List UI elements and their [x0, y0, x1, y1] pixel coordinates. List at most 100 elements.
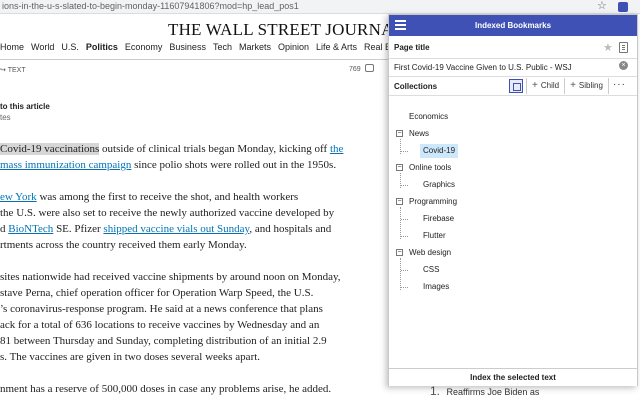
sidebar-peek-text[interactable]: Reaffirms Joe Biden as: [447, 387, 540, 397]
divider: [389, 95, 637, 96]
tree-connector: [401, 219, 408, 220]
article-line: 81 between Thursday and Sunday, completi…: [0, 334, 327, 348]
article-text: 81 between Thursday and Sunday, completi…: [0, 335, 327, 347]
nav-item[interactable]: U.S.: [61, 42, 79, 56]
bookmark-star-icon[interactable]: ☆: [597, 0, 607, 13]
article-text: rtments across the country received them…: [0, 239, 247, 251]
page-title-input[interactable]: [394, 60, 614, 74]
collapse-toggle-icon[interactable]: −: [396, 130, 403, 137]
share-icon: ↪: [0, 67, 6, 74]
article-text: , and hospitals and: [249, 223, 332, 235]
tree-connector: [401, 185, 408, 186]
tree-connector: [400, 258, 401, 290]
share-article-sub: tes: [0, 113, 11, 122]
popup-title: Indexed Bookmarks: [474, 21, 552, 30]
menu-icon[interactable]: [395, 20, 406, 30]
nav-item[interactable]: Politics: [86, 42, 118, 56]
article-text: since polio shots were rolled out in the…: [131, 159, 337, 171]
article-link[interactable]: mass immunization campaign: [0, 159, 131, 171]
more-options-button[interactable]: ···: [607, 78, 630, 94]
star-icon[interactable]: ★: [603, 41, 613, 54]
article-text: nment has a reserve of 500,000 doses in …: [0, 383, 332, 395]
plus-icon: +: [570, 80, 576, 91]
tree-node[interactable]: News: [409, 127, 429, 141]
comment-count[interactable]: 769: [349, 66, 361, 73]
share-article-label[interactable]: to this article: [0, 102, 50, 111]
tree-node[interactable]: Firebase: [423, 212, 454, 226]
article-link[interactable]: BioNTech: [8, 223, 53, 235]
article-line: ’s coronavirus-response program. He said…: [0, 302, 323, 316]
article-text: SE. Pfizer: [53, 223, 104, 235]
article-text: s. The vaccines are given in two doses s…: [0, 351, 261, 363]
tree-node[interactable]: Flutter: [423, 229, 446, 243]
clear-icon[interactable]: ×: [619, 61, 628, 70]
nav-item[interactable]: Business: [169, 42, 206, 56]
article-link[interactable]: the: [330, 143, 343, 155]
save-icon[interactable]: [619, 42, 628, 53]
tree-connector: [400, 207, 401, 239]
comment-icon[interactable]: [365, 64, 374, 72]
tree-connector: [401, 236, 408, 237]
collapse-toggle-icon[interactable]: −: [396, 249, 403, 256]
sidebar-peek-number: 1.: [430, 384, 441, 398]
tree-connector: [401, 151, 408, 152]
add-sibling-button[interactable]: + Sibling: [564, 78, 608, 94]
collections-toolbar: + Child + Sibling ···: [509, 78, 630, 94]
divider: [389, 76, 637, 77]
url-text[interactable]: ions-in-the-u-s-slated-to-begin-monday-1…: [2, 1, 299, 11]
tree-node[interactable]: Graphics: [423, 178, 455, 192]
nav-item[interactable]: Home: [0, 42, 24, 56]
tree-node[interactable]: Economics: [409, 110, 448, 124]
tree-node-selected[interactable]: Covid-19: [420, 144, 459, 158]
article-text: the U.S. were also set to receive the ne…: [0, 207, 335, 219]
indexed-bookmarks-popup: Indexed Bookmarks Page title ★ × Collect…: [388, 14, 638, 386]
nav-divider: [0, 59, 388, 60]
popup-header: Indexed Bookmarks: [389, 15, 637, 36]
nav-item[interactable]: Economy: [125, 42, 163, 56]
tree-node[interactable]: Images: [423, 280, 449, 294]
nav-item[interactable]: Life & Arts: [316, 42, 357, 56]
article-text: stave Perna, chief operation officer for…: [0, 287, 314, 299]
article-line: stave Perna, chief operation officer for…: [0, 286, 313, 300]
article-line: the U.S. were also set to receive the ne…: [0, 206, 334, 220]
plus-icon: +: [532, 80, 538, 91]
article-text: ack for a total of 636 locations to rece…: [0, 319, 320, 331]
article-line: d BioNTech SE. Pfizer shipped vaccine vi…: [0, 222, 331, 236]
nav-item[interactable]: Opinion: [278, 42, 309, 56]
highlighted-text[interactable]: Covid-19 vaccinations: [0, 143, 100, 155]
masthead[interactable]: THE WALL STREET JOURNAL.: [168, 20, 409, 40]
share-text-label[interactable]: ↪ TEXT: [0, 66, 26, 74]
extension-icon[interactable]: [618, 2, 628, 12]
nav-item[interactable]: Markets: [239, 42, 271, 56]
tree-connector: [401, 287, 408, 288]
page-title-label: Page title: [394, 43, 430, 52]
tree-node[interactable]: Web design: [409, 246, 451, 260]
article-line: Covid-19 vaccinations outside of clinica…: [0, 142, 343, 156]
article-line: sites nationwide had received vaccine sh…: [0, 270, 341, 284]
collapse-toggle-icon[interactable]: −: [396, 164, 403, 171]
tree-view-icon[interactable]: [509, 79, 523, 93]
section-nav: Home World U.S. Politics Economy Business Tech…: [0, 42, 403, 56]
article-text: was among the first to receive the shot,…: [36, 191, 299, 203]
divider: [389, 58, 637, 59]
collapse-toggle-icon[interactable]: −: [396, 198, 403, 205]
index-selected-text-button[interactable]: Index the selected text: [389, 368, 637, 386]
article-line: ew York was among the first to receive t…: [0, 190, 298, 204]
article-line: s. The vaccines are given in two doses s…: [0, 350, 260, 364]
article-text: outside of clinical trials began Monday,…: [99, 143, 330, 155]
tree-node[interactable]: Programming: [409, 195, 457, 209]
article-link[interactable]: shipped vaccine vials out Sunday: [103, 223, 249, 235]
article-line: ack for a total of 636 locations to rece…: [0, 318, 319, 332]
browser-url-bar[interactable]: ions-in-the-u-s-slated-to-begin-monday-1…: [0, 0, 640, 14]
article-text: d: [0, 223, 9, 235]
nav-item[interactable]: World: [31, 42, 54, 56]
tree-connector: [401, 270, 408, 271]
add-child-button[interactable]: + Child: [526, 78, 564, 94]
tree-node[interactable]: Online tools: [409, 161, 451, 175]
article-link[interactable]: ew York: [0, 191, 37, 203]
article-line: nment has a reserve of 500,000 doses in …: [0, 382, 331, 396]
nav-item[interactable]: Tech: [213, 42, 232, 56]
article-text: ’s coronavirus-response program. He said…: [0, 303, 323, 315]
collections-label: Collections: [394, 82, 438, 91]
tree-node[interactable]: CSS: [423, 263, 439, 277]
